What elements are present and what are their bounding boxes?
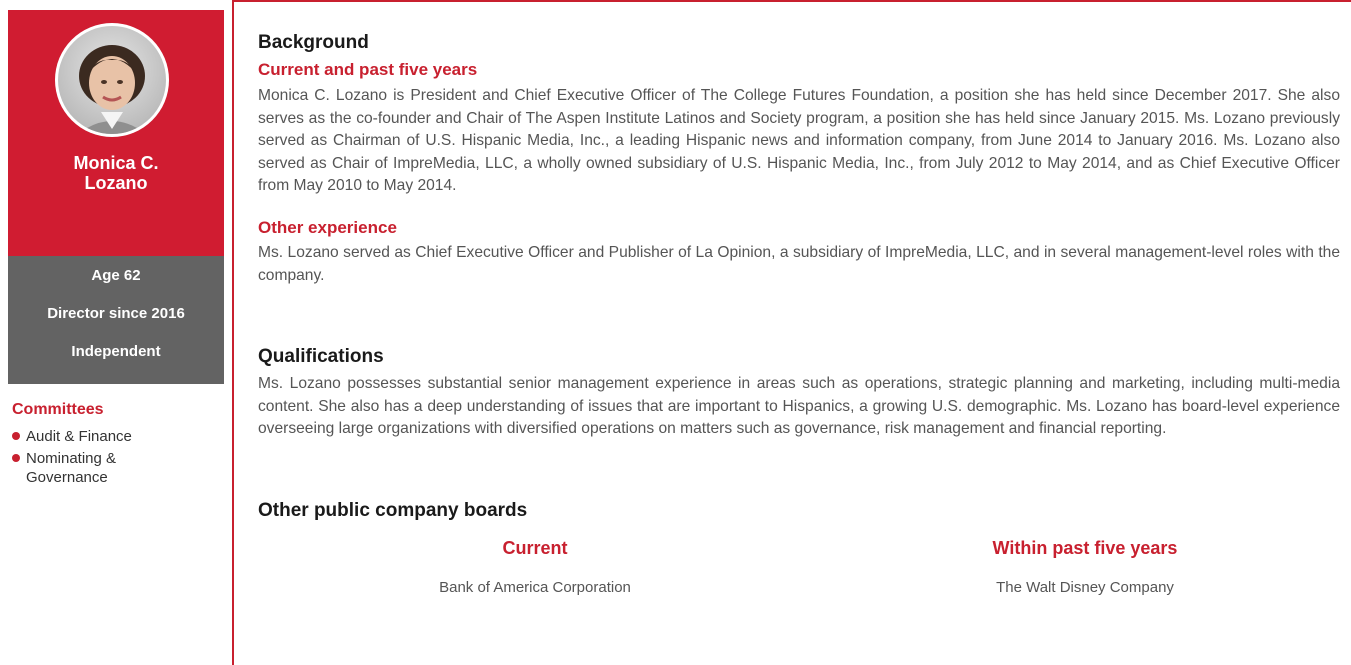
qualifications-text: Ms. Lozano possesses substantial senior … — [258, 375, 1340, 438]
committees-title: Committees — [12, 401, 104, 418]
age: Age 62 — [91, 267, 141, 284]
profile-card: Monica C. Lozano — [8, 10, 224, 256]
bullet-icon — [12, 454, 20, 462]
current-board-item: Bank of America Corporation — [439, 579, 631, 596]
avatar — [58, 26, 166, 134]
current-heading: Current and past five years — [258, 60, 478, 79]
profile-photo — [55, 23, 169, 137]
current-text: Monica C. Lozano is President and Chief … — [258, 87, 1340, 195]
profile-name: Monica C. Lozano — [8, 153, 224, 193]
profile-meta: Age 62 Director since 2016 Independent — [8, 256, 224, 384]
committee-item: Audit & Finance — [12, 428, 132, 446]
divider — [232, 0, 234, 665]
other-experience-text: Ms. Lozano served as Chief Executive Off… — [258, 244, 1340, 284]
committee-label: Audit & Finance — [26, 428, 132, 445]
committee-label: Nominating & — [26, 450, 117, 467]
past-board-item: The Walt Disney Company — [996, 579, 1174, 596]
background-heading: Background — [258, 32, 369, 53]
bullet-icon — [12, 432, 20, 440]
committee-item-continued: Governance — [26, 469, 108, 486]
boards-heading: Other public company boards — [258, 500, 528, 521]
independence-status: Independent — [71, 343, 161, 360]
director-since: Director since 2016 — [47, 305, 185, 322]
portrait-icon — [78, 45, 146, 134]
qualifications-heading: Qualifications — [258, 346, 384, 367]
profile-name-line1: Monica C. — [73, 153, 159, 173]
current-boards-heading: Current — [502, 538, 568, 558]
profile-name-line2: Lozano — [84, 173, 148, 193]
profile-sidebar: Monica C. Lozano Age 62 Director since 2… — [0, 0, 233, 665]
other-experience-heading: Other experience — [258, 218, 397, 237]
past-boards-heading: Within past five years — [992, 538, 1178, 558]
committee-item: Nominating & — [12, 450, 116, 468]
